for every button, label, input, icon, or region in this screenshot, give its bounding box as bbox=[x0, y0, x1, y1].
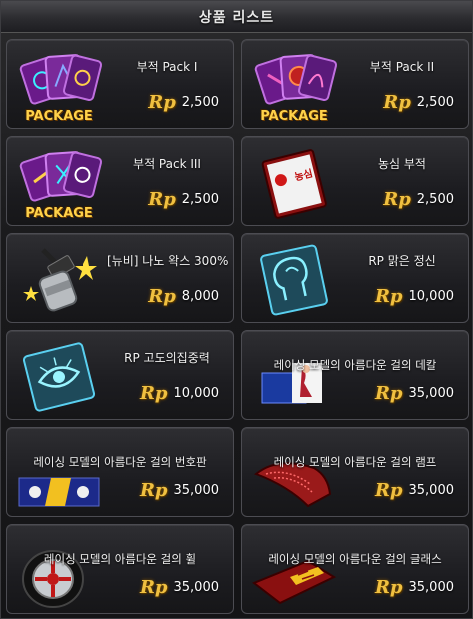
package-badge: PACKAGE bbox=[25, 109, 93, 124]
rp-currency-icon: Rp bbox=[374, 383, 403, 404]
product-price: Rp 35,000 bbox=[375, 577, 454, 598]
purple-charm-pack-icon: PACKAGE bbox=[13, 143, 105, 221]
product-name: 부적 Pack I bbox=[136, 60, 198, 74]
product-card-rp-concentration[interactable]: RP 고도의집중력 Rp 10,000 bbox=[6, 330, 234, 420]
rp-currency-icon: Rp bbox=[374, 480, 403, 501]
blue-eye-card-icon bbox=[13, 337, 105, 415]
product-card-nano-wax[interactable]: [뉴비] 나노 왁스 300% Rp 8,000 bbox=[6, 233, 234, 323]
price-amount: 35,000 bbox=[408, 483, 455, 498]
price-amount: 10,000 bbox=[408, 289, 455, 304]
product-price: Rp 35,000 bbox=[140, 577, 219, 598]
product-name: 레이싱 모델의 아름다운 걸의 글래스 bbox=[268, 552, 442, 566]
product-card-rp-clear-mind[interactable]: RP 맑은 정신 Rp 10,000 bbox=[241, 233, 469, 323]
product-name: RP 맑은 정신 bbox=[368, 254, 436, 268]
price-amount: 2,500 bbox=[416, 95, 454, 110]
product-price: Rp 35,000 bbox=[140, 480, 219, 501]
rp-currency-icon: Rp bbox=[383, 189, 411, 210]
wax-spray-icon bbox=[13, 240, 105, 318]
product-card-racing-plate[interactable]: 레이싱 모델의 아름다운 걸의 번호판 Rp 35,000 bbox=[6, 427, 234, 517]
rp-currency-icon: Rp bbox=[139, 383, 168, 404]
product-name: [뉴비] 나노 왁스 300% bbox=[107, 254, 229, 268]
rp-currency-icon: Rp bbox=[374, 577, 403, 598]
decal-icon bbox=[248, 337, 340, 415]
product-name: 농심 부적 bbox=[378, 157, 426, 171]
rp-currency-icon: Rp bbox=[383, 92, 411, 113]
product-price: Rp 2,500 bbox=[383, 189, 454, 210]
window-title: 상품 리스트 bbox=[198, 9, 275, 26]
rp-currency-icon: Rp bbox=[374, 286, 403, 307]
price-amount: 35,000 bbox=[173, 580, 220, 595]
price-amount: 35,000 bbox=[408, 580, 455, 595]
glass-icon bbox=[248, 531, 340, 609]
product-card-charm-pack-1[interactable]: PACKAGE 부적 Pack I Rp 2,500 bbox=[6, 39, 234, 129]
product-price: Rp 2,500 bbox=[148, 92, 219, 113]
product-card-charm-pack-2[interactable]: PACKAGE 부적 Pack II Rp 2,500 bbox=[241, 39, 469, 129]
price-amount: 2,500 bbox=[181, 95, 219, 110]
product-name: 레이싱 모델의 아름다운 걸의 램프 bbox=[273, 455, 437, 469]
product-card-racing-decal[interactable]: 레이싱 모델의 아름다운 걸의 데칼 Rp 35,000 bbox=[241, 330, 469, 420]
product-name: 부적 Pack III bbox=[133, 157, 201, 171]
product-price: Rp 10,000 bbox=[375, 286, 454, 307]
product-list-window: 상품 리스트 PACKAGE 부적 Pack I Rp 2,500 PACKAG… bbox=[0, 0, 473, 619]
product-card-charm-pack-3[interactable]: PACKAGE 부적 Pack III Rp 2,500 bbox=[6, 136, 234, 226]
product-name: 부적 Pack II bbox=[369, 60, 435, 74]
product-name: RP 고도의집중력 bbox=[124, 351, 210, 365]
product-card-racing-glass[interactable]: 레이싱 모델의 아름다운 걸의 글래스 Rp 35,000 bbox=[241, 524, 469, 614]
rp-currency-icon: Rp bbox=[139, 480, 168, 501]
product-price: Rp 35,000 bbox=[375, 383, 454, 404]
rp-currency-icon: Rp bbox=[148, 286, 176, 307]
product-card-racing-lamp[interactable]: 레이싱 모델의 아름다운 걸의 램프 Rp 35,000 bbox=[241, 427, 469, 517]
package-badge: PACKAGE bbox=[260, 109, 328, 124]
product-name: 레이싱 모델의 아름다운 걸의 휠 bbox=[43, 552, 197, 566]
purple-charm-pack-icon: PACKAGE bbox=[248, 46, 340, 124]
nongshim-charm-icon: 농심 bbox=[248, 143, 340, 221]
price-amount: 8,000 bbox=[181, 289, 219, 304]
product-price: Rp 10,000 bbox=[140, 383, 219, 404]
product-price: Rp 2,500 bbox=[383, 92, 454, 113]
price-amount: 10,000 bbox=[173, 386, 220, 401]
price-amount: 2,500 bbox=[181, 192, 219, 207]
product-name: 레이싱 모델의 아름다운 걸의 데칼 bbox=[273, 358, 437, 372]
rp-currency-icon: Rp bbox=[139, 577, 168, 598]
package-badge: PACKAGE bbox=[25, 206, 93, 221]
product-card-nongshim-charm[interactable]: 농심 농심 부적 Rp 2,500 bbox=[241, 136, 469, 226]
purple-charm-pack-icon: PACKAGE bbox=[13, 46, 105, 124]
blue-head-card-icon bbox=[248, 240, 340, 318]
product-price: Rp 35,000 bbox=[375, 480, 454, 501]
product-price: Rp 8,000 bbox=[148, 286, 219, 307]
wheel-icon bbox=[13, 531, 105, 609]
rp-currency-icon: Rp bbox=[148, 92, 176, 113]
license-plate-icon bbox=[13, 434, 105, 512]
lamp-icon bbox=[248, 434, 340, 512]
price-amount: 35,000 bbox=[173, 483, 220, 498]
rp-currency-icon: Rp bbox=[148, 189, 176, 210]
product-price: Rp 2,500 bbox=[148, 189, 219, 210]
product-name: 레이싱 모델의 아름다운 걸의 번호판 bbox=[33, 455, 207, 469]
price-amount: 2,500 bbox=[416, 192, 454, 207]
product-card-racing-wheel[interactable]: 레이싱 모델의 아름다운 걸의 휠 Rp 35,000 bbox=[6, 524, 234, 614]
window-titlebar: 상품 리스트 bbox=[1, 1, 472, 33]
product-grid: PACKAGE 부적 Pack I Rp 2,500 PACKAGE 부적 Pa… bbox=[6, 39, 469, 615]
price-amount: 35,000 bbox=[408, 386, 455, 401]
